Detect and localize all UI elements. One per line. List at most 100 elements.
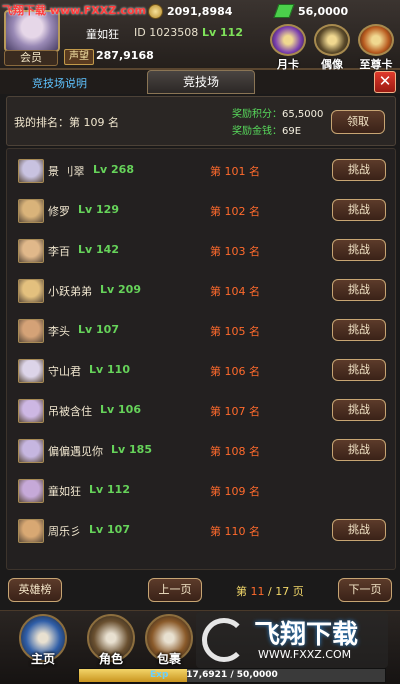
exp-label: Exp [150, 670, 169, 680]
challenge-button[interactable]: 挑战 [332, 199, 386, 221]
watermark-logo-url: WWW.FXXZ.COM [258, 648, 352, 661]
nav-role[interactable]: 角色 [84, 614, 138, 668]
coin-counter: 2091,8984 [148, 3, 232, 19]
coin-icon [148, 3, 163, 19]
player-level: Lv 112 [202, 26, 243, 39]
page-prefix: 第 [236, 585, 251, 598]
nav-home[interactable]: 主页 [16, 614, 70, 668]
nav-bag[interactable]: 包裹 [142, 614, 196, 668]
tab-arena-rules[interactable]: 竞技场说明 [32, 75, 87, 91]
ranking-row: 景 刂翠 Lv 268 第 101 名 挑战 [8, 150, 392, 190]
ranking-row: 周乐彡 Lv 107 第 110 名 挑战 [8, 510, 392, 550]
ranking-row: 修罗 Lv 129 第 102 名 挑战 [8, 190, 392, 230]
ranking-row: 李百 Lv 142 第 103 名 挑战 [8, 230, 392, 270]
reward-gold-value: 69E [282, 126, 302, 137]
supreme-card-button[interactable]: 至尊卡 [358, 24, 394, 71]
player-level: Lv 185 [111, 443, 152, 456]
idol-icon [314, 24, 350, 56]
supreme-card-icon [358, 24, 394, 56]
player-avatar-icon [18, 239, 44, 263]
next-page-button[interactable]: 下一页 [338, 578, 392, 602]
challenge-button[interactable]: 挑战 [332, 519, 386, 541]
ranking-row: 吊被含住 Lv 106 第 107 名 挑战 [8, 390, 392, 430]
challenge-button[interactable]: 挑战 [332, 159, 386, 181]
claim-button[interactable]: 领取 [331, 110, 385, 134]
challenge-button[interactable]: 挑战 [332, 399, 386, 421]
monthly-card-button[interactable]: 月卡 [270, 24, 306, 71]
player-rank: 第 106 名 [210, 365, 260, 378]
challenge-button[interactable]: 挑战 [332, 359, 386, 381]
player-avatar-icon [18, 399, 44, 423]
player-avatar-icon [18, 519, 44, 543]
player-avatar-icon [18, 159, 44, 183]
reward-points: 奖励积分：65,5000 [232, 105, 323, 120]
vip-label[interactable]: 会员 [4, 50, 58, 66]
player-name: 守山君 [48, 365, 81, 378]
player-avatar-icon [18, 479, 44, 503]
nav-role-label: 角色 [98, 652, 123, 666]
gem-value: 56,0000 [298, 4, 349, 18]
page-suffix: / 17 页 [264, 585, 304, 598]
player-level: Lv 110 [89, 363, 130, 376]
player-avatar-icon [18, 199, 44, 223]
player-name: 李百 [48, 245, 70, 258]
player-name: 偏偏遇见你 [48, 445, 103, 458]
player-level: Lv 268 [93, 163, 134, 176]
player-rank: 第 105 名 [210, 325, 260, 338]
reward-gold-label: 奖励金钱： [232, 126, 282, 137]
coin-value: 2091,8984 [167, 4, 233, 18]
player-rank: 第 104 名 [210, 285, 260, 298]
prev-page-button[interactable]: 上一页 [148, 578, 202, 602]
exp-text: 17,6921 / 50,0000 [186, 670, 278, 680]
close-button[interactable]: ✕ [374, 71, 396, 93]
player-level: Lv 209 [100, 283, 141, 296]
player-level: Lv 107 [78, 323, 119, 336]
reputation-value: 287,9168 [96, 49, 154, 62]
watermark-logo: 飞翔下载 WWW.FXXZ.COM [196, 612, 388, 668]
tab-arena[interactable]: 竞技场 [147, 70, 255, 94]
player-name: 周乐彡 [48, 525, 81, 538]
player-level: Lv 112 [89, 483, 130, 496]
player-name: 童如狂 [86, 28, 119, 41]
challenge-button[interactable]: 挑战 [332, 279, 386, 301]
player-rank: 第 107 名 [210, 405, 260, 418]
cash-icon [273, 4, 295, 18]
ranking-row: 李头 Lv 107 第 105 名 挑战 [8, 310, 392, 350]
idol-button[interactable]: 偶像 [314, 24, 350, 71]
player-level: Lv 142 [78, 243, 119, 256]
challenge-button[interactable]: 挑战 [332, 239, 386, 261]
watermark-logo-text: 飞翔下载 [254, 620, 359, 650]
challenge-button[interactable]: 挑战 [332, 319, 386, 341]
reward-points-value: 65,5000 [282, 109, 324, 120]
ranking-row: 偏偏遇见你 Lv 185 第 108 名 挑战 [8, 430, 392, 470]
player-name: 吊被含住 [48, 405, 92, 418]
reward-points-label: 奖励积分： [232, 109, 282, 120]
watermark-text: 飞翔下载 www.FXXZ.com [2, 4, 146, 17]
player-avatar-icon [18, 319, 44, 343]
player-rank: 第 102 名 [210, 205, 260, 218]
monthly-card-icon [270, 24, 306, 56]
player-rank: 第 101 名 [210, 165, 260, 178]
gem-counter: 56,0000 [273, 3, 349, 19]
challenge-button[interactable]: 挑战 [332, 439, 386, 461]
my-rank: 我的排名：第 109 名 [14, 116, 119, 129]
player-avatar-icon [18, 279, 44, 303]
page-indicator: 第 11 / 17 页 [236, 583, 304, 599]
player-rank: 第 108 名 [210, 445, 260, 458]
nav-home-label: 主页 [30, 652, 55, 666]
player-rank: 第 109 名 [210, 485, 260, 498]
nav-bag-label: 包裹 [156, 652, 181, 666]
ranking-row: 守山君 Lv 110 第 106 名 挑战 [8, 350, 392, 390]
ranking-row: 小跃弟弟 Lv 209 第 104 名 挑战 [8, 270, 392, 310]
player-name: 童如狂 [48, 485, 81, 498]
player-level: Lv 107 [89, 523, 130, 536]
player-level: Lv 129 [78, 203, 119, 216]
player-id: ID 1023508 [134, 26, 199, 39]
hero-list-button[interactable]: 英雄榜 [8, 578, 62, 602]
player-rank: 第 110 名 [210, 525, 260, 538]
player-name: 李头 [48, 325, 70, 338]
player-avatar-icon [18, 359, 44, 383]
player-name: 景 刂翠 [48, 165, 85, 178]
player-level: Lv 106 [100, 403, 141, 416]
player-rank: 第 103 名 [210, 245, 260, 258]
